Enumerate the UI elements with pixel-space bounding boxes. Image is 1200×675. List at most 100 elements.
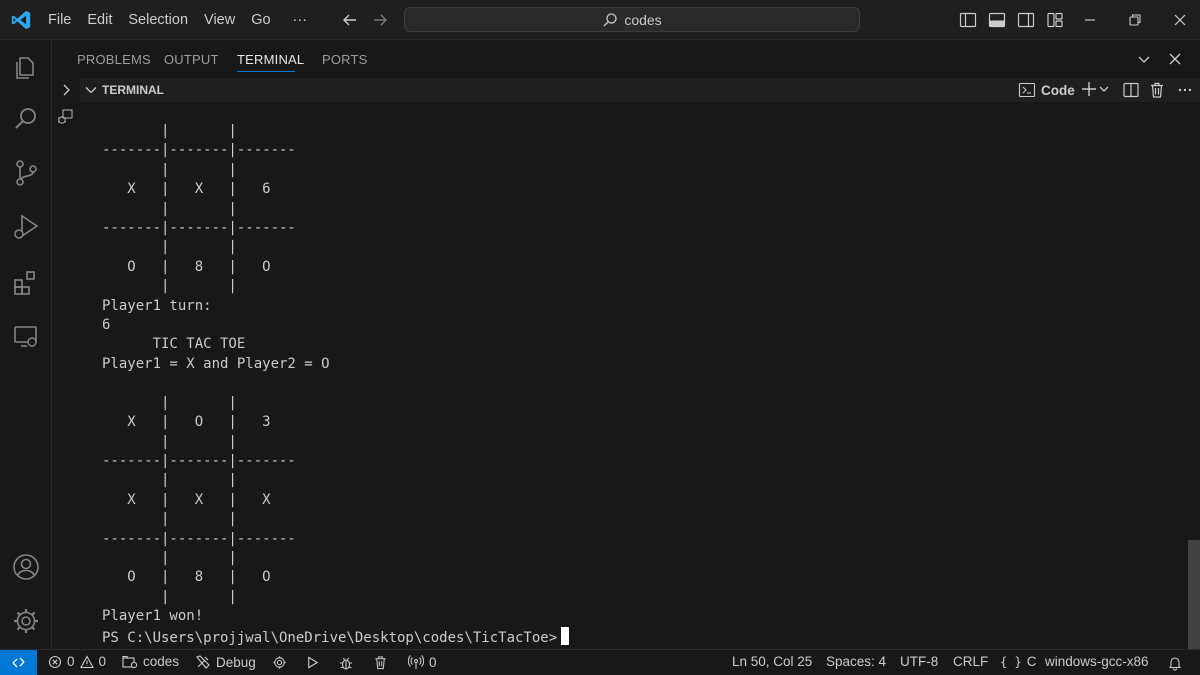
trash-icon[interactable] bbox=[1148, 81, 1166, 99]
customize-layout-icon[interactable] bbox=[1045, 10, 1065, 30]
terminal-line: | | bbox=[102, 123, 237, 139]
terminal-line: X | O | 3 bbox=[102, 414, 271, 431]
remote-explorer-icon[interactable] bbox=[11, 322, 41, 352]
cursor-position[interactable]: Ln 50, Col 25 bbox=[732, 654, 812, 669]
terminal-line: TIC TAC TOE bbox=[102, 336, 246, 353]
forward-arrow-icon[interactable] bbox=[370, 10, 390, 30]
menu-edit[interactable]: Edit bbox=[79, 12, 120, 28]
tools-icon bbox=[196, 655, 210, 669]
remote-indicator[interactable] bbox=[0, 650, 37, 675]
chevron-down-icon[interactable] bbox=[1135, 50, 1153, 68]
terminal-shell-icon[interactable] bbox=[1018, 81, 1036, 99]
source-control-icon[interactable] bbox=[11, 158, 41, 188]
minimize-icon[interactable] bbox=[1080, 10, 1100, 30]
menu-bar: File Edit Selection View Go ··· bbox=[40, 0, 315, 40]
search-view-icon[interactable] bbox=[11, 104, 41, 134]
terminal-shell-label[interactable]: Code bbox=[1041, 83, 1075, 98]
cpp-configuration[interactable]: windows-gcc-x86 bbox=[1045, 654, 1149, 669]
terminal-line: -------|-------|------- bbox=[102, 452, 296, 469]
ports-status[interactable]: 0 bbox=[408, 654, 437, 670]
trash-icon[interactable] bbox=[373, 655, 388, 670]
menu-go[interactable]: Go bbox=[243, 12, 278, 28]
terminal-line: | | bbox=[102, 161, 237, 178]
terminal-line: | | bbox=[102, 200, 237, 217]
explorer-icon[interactable] bbox=[11, 52, 41, 82]
toggle-panel-icon[interactable] bbox=[987, 10, 1007, 30]
warning-icon bbox=[79, 654, 94, 668]
terminal-line: -------|-------|------- bbox=[102, 530, 296, 547]
debug-status[interactable]: Debug bbox=[195, 654, 256, 670]
terminal-line: | | bbox=[102, 472, 237, 489]
terminal-line: | | bbox=[102, 549, 237, 566]
new-terminal-plus-icon[interactable] bbox=[1080, 80, 1098, 98]
extensions-icon[interactable] bbox=[11, 268, 41, 298]
warning-count: 0 bbox=[98, 654, 107, 669]
language-label: C bbox=[1026, 654, 1037, 669]
chevron-down-icon[interactable] bbox=[1098, 83, 1110, 95]
remote-icon bbox=[12, 657, 25, 668]
terminal-line: | | bbox=[102, 433, 237, 450]
workspace-name: codes bbox=[143, 654, 180, 669]
terminal-line: -------|-------|------- bbox=[102, 142, 296, 159]
toggle-secondary-sidebar-icon[interactable] bbox=[1016, 10, 1036, 30]
notifications-bell-icon[interactable] bbox=[1167, 655, 1183, 671]
run-and-debug-icon[interactable] bbox=[11, 212, 41, 242]
terminal-output-area[interactable]: | | -------|-------|------- | | X | X | … bbox=[80, 102, 1188, 649]
terminal-scrollbar[interactable] bbox=[1188, 102, 1200, 649]
scrollbar-thumb[interactable] bbox=[1188, 540, 1200, 649]
terminal-line: X | X | X bbox=[102, 491, 271, 508]
menu-more[interactable]: ··· bbox=[279, 12, 316, 28]
menu-file[interactable]: File bbox=[40, 12, 79, 28]
toggle-primary-sidebar-icon[interactable] bbox=[958, 10, 978, 30]
menu-view[interactable]: View bbox=[196, 12, 243, 28]
back-arrow-icon[interactable] bbox=[340, 10, 360, 30]
accounts-icon[interactable] bbox=[11, 552, 41, 582]
build-gear-icon[interactable] bbox=[272, 655, 287, 670]
menu-selection[interactable]: Selection bbox=[120, 12, 196, 28]
search-icon bbox=[603, 12, 617, 26]
language-mode[interactable]: { } C bbox=[1000, 654, 1036, 669]
folder-icon bbox=[122, 655, 138, 668]
terminal-line: Player1 = X and Player2 = O bbox=[102, 355, 330, 372]
terminal-line: Player1 turn: bbox=[102, 297, 212, 314]
panel-side-strip bbox=[52, 78, 80, 649]
terminal-cursor bbox=[561, 626, 570, 645]
restore-icon[interactable] bbox=[1125, 10, 1145, 30]
tab-ports[interactable]: PORTS bbox=[322, 52, 368, 67]
terminal-line: O | 8 | O bbox=[102, 569, 271, 586]
close-window-icon[interactable] bbox=[1170, 10, 1190, 30]
problems-status[interactable]: 0 0 bbox=[48, 654, 106, 669]
close-panel-icon[interactable] bbox=[1166, 50, 1184, 68]
encoding[interactable]: UTF-8 bbox=[900, 654, 938, 669]
active-tab-indicator bbox=[237, 71, 295, 72]
more-actions-icon[interactable] bbox=[1176, 81, 1194, 99]
terminal-debug-icon[interactable] bbox=[56, 108, 74, 126]
command-center-search[interactable]: codes bbox=[404, 7, 860, 32]
title-bar: File Edit Selection View Go ··· codes bbox=[0, 0, 1200, 40]
terminal-line: 6 bbox=[102, 317, 111, 334]
terminal-line: | | bbox=[102, 394, 237, 411]
split-terminal-icon[interactable] bbox=[1122, 81, 1140, 99]
tab-output[interactable]: OUTPUT bbox=[164, 52, 219, 67]
chevron-down-icon[interactable] bbox=[84, 83, 98, 97]
search-text: codes bbox=[624, 11, 662, 28]
ports-count: 0 bbox=[429, 654, 437, 670]
debug-bug-icon[interactable] bbox=[338, 655, 354, 671]
terminal-line: X | X | 6 bbox=[102, 181, 271, 198]
error-icon bbox=[48, 655, 62, 668]
end-of-line[interactable]: CRLF bbox=[953, 654, 988, 669]
braces-icon: { } bbox=[1000, 654, 1022, 669]
tab-terminal[interactable]: TERMINAL bbox=[237, 52, 304, 67]
status-bar: 0 0 codes Debug 0 Ln 50, Col 25 Spaces: … bbox=[0, 649, 1200, 675]
tab-problems[interactable]: PROBLEMS bbox=[77, 52, 151, 67]
indentation[interactable]: Spaces: 4 bbox=[826, 654, 886, 669]
settings-gear-icon[interactable] bbox=[11, 606, 41, 636]
chevron-right-icon[interactable] bbox=[59, 83, 73, 97]
workspace-status[interactable]: codes bbox=[122, 654, 179, 669]
broadcast-icon bbox=[408, 655, 424, 669]
terminal-line: O | 8 | O bbox=[102, 258, 271, 275]
run-play-icon[interactable] bbox=[305, 655, 320, 670]
terminal-line: -------|-------|------- bbox=[102, 220, 296, 237]
terminal-line: | | bbox=[102, 278, 237, 295]
terminal-line: | | bbox=[102, 239, 237, 256]
